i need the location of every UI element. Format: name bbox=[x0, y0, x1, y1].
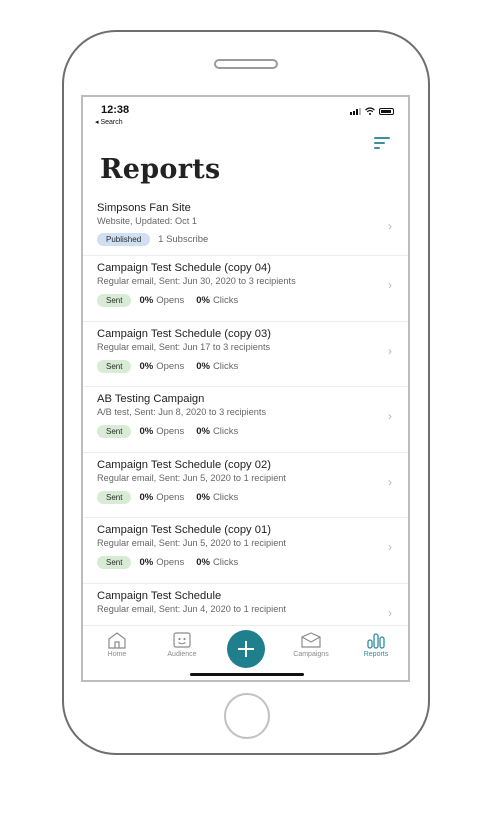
tab-label: Reports bbox=[363, 651, 389, 658]
clicks-value: 0% bbox=[196, 557, 210, 568]
chevron-right-icon: › bbox=[388, 219, 392, 233]
home-indicator bbox=[190, 673, 304, 676]
clicks-value: 0% bbox=[196, 360, 210, 372]
wifi-icon bbox=[365, 107, 375, 115]
report-title: Campaign Test Schedule (copy 03) bbox=[97, 327, 271, 340]
report-item[interactable]: Campaign Test Schedule (copy 03) Regular… bbox=[83, 322, 408, 387]
tab-home[interactable]: Home bbox=[87, 631, 147, 658]
report-subtitle: Regular email, Sent: Jun 5, 2020 to 1 re… bbox=[97, 472, 286, 483]
status-badge: Sent bbox=[97, 294, 132, 307]
page-title: Reports bbox=[100, 154, 221, 185]
reports-bar-chart-icon bbox=[367, 633, 385, 649]
report-subtitle: Regular email, Sent: Jun 5, 2020 to 1 re… bbox=[97, 538, 286, 548]
create-button[interactable] bbox=[227, 630, 265, 668]
report-title: AB Testing Campaign bbox=[97, 393, 205, 405]
chevron-right-icon: › bbox=[388, 343, 392, 358]
report-stats: Sent 0% Opens 0% Clicks bbox=[97, 294, 408, 307]
report-title: Simpsons Fan Site bbox=[97, 202, 191, 214]
report-item[interactable]: Campaign Test Schedule (copy 01) Regular… bbox=[83, 518, 408, 584]
tab-label: Audience bbox=[167, 651, 197, 658]
opens-label: Opens bbox=[156, 491, 185, 503]
report-stats: Sent 0% Opens 0% Clicks bbox=[97, 556, 408, 569]
report-title: Campaign Test Schedule (copy 04) bbox=[97, 262, 271, 274]
status-badge: Sent bbox=[97, 425, 132, 438]
chevron-right-icon: › bbox=[388, 540, 392, 554]
opens-label: Opens bbox=[156, 557, 185, 568]
report-item[interactable]: Campaign Test Schedule (copy 02) Regular… bbox=[83, 453, 408, 518]
opens-value: 0% bbox=[139, 426, 154, 437]
report-item[interactable]: Simpsons Fan Site Website, Updated: Oct … bbox=[83, 197, 408, 256]
audience-icon bbox=[173, 632, 191, 648]
status-bar: 12:38 ◂ Search bbox=[83, 97, 408, 131]
app-screen: 12:38 ◂ Search Reports Simpsons Fan Site… bbox=[81, 95, 410, 682]
report-title: Campaign Test Schedule (copy 02) bbox=[97, 458, 271, 471]
opens-label: Opens bbox=[156, 426, 185, 437]
chevron-right-icon: › bbox=[388, 474, 392, 489]
report-item[interactable]: AB Testing Campaign A/B test, Sent: Jun … bbox=[83, 387, 408, 453]
subscribe-count: 1 Subscribe bbox=[158, 234, 209, 245]
back-to-search-link[interactable]: ◂ Search bbox=[95, 118, 123, 126]
tab-audience[interactable]: Audience bbox=[152, 631, 212, 658]
tab-label: Home bbox=[107, 651, 127, 658]
clicks-label: Clicks bbox=[212, 295, 239, 306]
sort-filter-icon[interactable] bbox=[374, 137, 390, 149]
opens-value: 0% bbox=[139, 491, 154, 503]
clicks-value: 0% bbox=[196, 295, 210, 306]
clicks-label: Clicks bbox=[212, 491, 239, 503]
clicks-value: 0% bbox=[196, 491, 210, 503]
clicks-label: Clicks bbox=[212, 426, 239, 437]
home-icon bbox=[108, 632, 126, 649]
status-badge: Sent bbox=[97, 359, 132, 373]
report-subtitle: Regular email, Sent: Jun 4, 2020 to 1 re… bbox=[97, 603, 286, 614]
tab-label: Campaigns bbox=[293, 651, 329, 658]
status-icons bbox=[350, 107, 394, 115]
plus-icon bbox=[238, 641, 254, 657]
report-title: Campaign Test Schedule (copy 01) bbox=[97, 524, 271, 536]
tab-reports[interactable]: Reports bbox=[346, 631, 406, 658]
report-stats: Sent 0% Opens 0% Clicks bbox=[97, 425, 408, 438]
opens-value: 0% bbox=[139, 295, 154, 306]
battery-icon bbox=[379, 108, 394, 115]
bottom-tab-bar: Home Audience Campaigns Reports bbox=[83, 625, 408, 680]
clicks-value: 0% bbox=[196, 426, 210, 437]
chevron-right-icon: › bbox=[388, 278, 392, 292]
status-badge: Published bbox=[97, 233, 151, 246]
report-subtitle: Regular email, Sent: Jun 17 to 3 recipie… bbox=[97, 341, 271, 352]
status-badge: Sent bbox=[97, 556, 132, 569]
phone-home-button[interactable] bbox=[224, 693, 270, 739]
clicks-label: Clicks bbox=[212, 360, 239, 372]
opens-label: Opens bbox=[156, 295, 185, 306]
report-title: Campaign Test Schedule bbox=[97, 589, 222, 602]
campaigns-icon bbox=[301, 632, 321, 648]
report-subtitle: Website, Updated: Oct 1 bbox=[97, 216, 197, 226]
chevron-right-icon: › bbox=[388, 409, 392, 423]
opens-value: 0% bbox=[139, 360, 154, 372]
cellular-signal-icon bbox=[350, 108, 361, 115]
status-badge: Sent bbox=[97, 490, 132, 504]
phone-speaker bbox=[214, 59, 278, 69]
report-stats: Sent 0% Opens 0% Clicks bbox=[97, 359, 408, 373]
chevron-right-icon: › bbox=[388, 605, 392, 620]
status-time: 12:38 bbox=[101, 104, 130, 116]
tab-campaigns[interactable]: Campaigns bbox=[281, 631, 341, 658]
report-subtitle: Regular email, Sent: Jun 30, 2020 to 3 r… bbox=[97, 276, 296, 286]
opens-value: 0% bbox=[139, 557, 154, 568]
clicks-label: Clicks bbox=[212, 557, 239, 568]
report-stats: Sent 0% Opens 0% Clicks bbox=[97, 490, 408, 504]
report-stats: Published 1 Subscribe bbox=[97, 233, 408, 246]
report-item[interactable]: Campaign Test Schedule (copy 04) Regular… bbox=[83, 256, 408, 322]
report-subtitle: A/B test, Sent: Jun 8, 2020 to 3 recipie… bbox=[97, 407, 267, 417]
opens-label: Opens bbox=[156, 360, 185, 372]
reports-list: Simpsons Fan Site Website, Updated: Oct … bbox=[83, 197, 408, 649]
